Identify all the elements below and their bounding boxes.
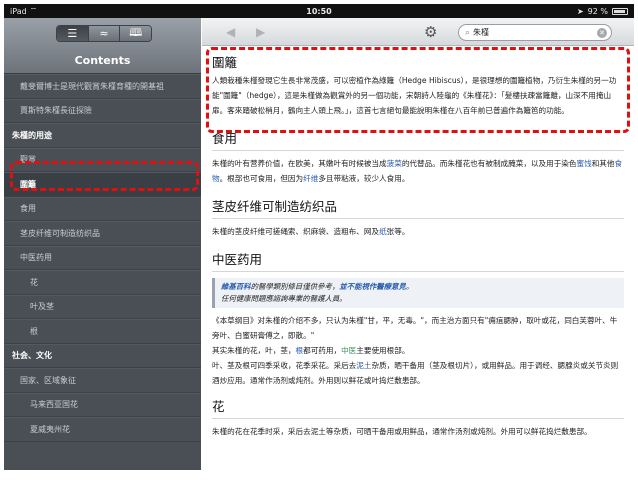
section-title-flower: 花 (212, 399, 225, 414)
sidebar-item[interactable]: 賈斯特朱槿長征探險 (4, 98, 201, 123)
section-title-medicine: 中医药用 (212, 252, 263, 267)
link-soil[interactable]: 泥土 (356, 361, 371, 370)
text-run: 多且带粘液，较少人食用。 (318, 174, 410, 183)
location-icon: ➤ (576, 6, 584, 16)
sidebar-item[interactable]: 戴斐爾博士是現代觀賞朱槿育種的開基祖 (4, 74, 201, 99)
paragraph-medicine-2: 其实朱槿的花，叶，茎，根都可药用，中医主要使用根部。 (212, 343, 624, 358)
link-not-medical-advice[interactable]: 並不能視作醫療意見 (339, 282, 406, 291)
divider (212, 271, 624, 272)
search-value: 朱槿 (473, 28, 490, 37)
sidebar-item[interactable]: 朱槿的用途 (4, 123, 201, 148)
battery-icon (612, 7, 628, 15)
divider (212, 150, 624, 151)
text-run: 和其他 (591, 159, 615, 168)
link-root[interactable]: 根 (296, 346, 304, 355)
sidebar-item[interactable]: 中医药用 (4, 245, 201, 270)
text-run: 。 (405, 282, 414, 291)
sidebar-item[interactable]: 夏威夷州花 (4, 417, 201, 442)
text-run: 朱槿的叶有营养价值，在欧美，其嫩叶有时候被当成 (212, 159, 387, 168)
sidebar-item[interactable]: 食用 (4, 196, 201, 221)
paragraph-medicine-3: 叶、茎及根可四季采收，花季采花。采后去泥土杂质，晒干备用（茎及根切片），或用鲜品… (212, 358, 624, 388)
text-run: 的代替品。而朱槿花也有被制成腌菜，以及用于染色 (401, 159, 577, 168)
link-paper[interactable]: 纸 (379, 227, 387, 236)
gear-icon[interactable]: ⚙ (424, 23, 437, 41)
text-run: 。根部也可食用，但因为 (219, 174, 304, 183)
list-icon[interactable]: ☰ (57, 26, 89, 41)
sidebar-item[interactable]: 叶及茎 (4, 294, 201, 319)
text-run: 张等。 (386, 227, 410, 236)
link-spinach[interactable]: 菠菜 (387, 159, 402, 168)
text-run: 任何健康問題應諮詢專業的醫護人員。 (221, 294, 347, 303)
paragraph-medicine-1: 《本草纲目》对朱槿的介绍不多，只认为朱槿"甘，平，无毒。"，而主治方面只有"痈疽… (212, 316, 618, 340)
link-tcm[interactable]: 中医 (341, 346, 356, 355)
text-run: 主要使用根部。 (356, 346, 410, 355)
back-arrow-icon[interactable]: ◀ (226, 25, 235, 39)
view-mode-control: ☰ ≈ 🕮 (56, 25, 152, 42)
contents-list: 戴斐爾博士是現代觀賞朱槿育種的開基祖 賈斯特朱槿長征探險 朱槿的用途 觀賞 圍籬 食用 茎皮… (4, 74, 201, 442)
sidebar-item[interactable]: 根 (4, 319, 201, 344)
highlight-box (206, 47, 630, 133)
highlight-box (10, 161, 199, 191)
divider (212, 418, 624, 419)
text-run: 叶、茎及根可四季采收，花季采花。采后去 (212, 361, 357, 370)
text-run: 朱槿的茎皮纤维可搓绳索、织麻袋、造粗布、网及 (212, 227, 380, 236)
paragraph-fiber: 朱槿的茎皮纤维可搓绳索、织麻袋、造粗布、网及纸张等。 (212, 224, 624, 239)
forward-arrow-icon[interactable]: ▶ (256, 25, 265, 39)
clear-icon[interactable]: ✕ (597, 28, 607, 38)
link-wikipedia[interactable]: 維基百科 (221, 282, 251, 291)
paragraph-flower: 朱槿的花在花季时采，采后去泥土等杂质，可晒干备用或用鲜品，通常作汤剂或炖剂。外用… (212, 427, 592, 436)
link-fiber[interactable]: 纤维 (303, 174, 318, 183)
contents-sidebar: ☰ ≈ 🕮 Contents 戴斐爾博士是現代觀賞朱槿育種的開基祖 賈斯特朱槿長征… (4, 18, 201, 470)
book-icon[interactable]: 🕮 (120, 26, 151, 41)
sidebar-item[interactable]: 花 (4, 270, 201, 295)
search-input[interactable]: ⌕ 朱槿 ✕ (458, 24, 612, 41)
search-icon: ⌕ (465, 27, 471, 38)
divider (212, 218, 624, 219)
clock: 10:50 (306, 6, 332, 16)
text-run: 的醫學類別條目僅供參考， (250, 282, 340, 291)
status-bar: iPad ⌔ 10:50 ➤ 92 % (4, 4, 634, 18)
text-run: 都可药用， (303, 346, 342, 355)
sidebar-title: Contents (74, 54, 131, 67)
sidebar-item[interactable]: 马来西亚国花 (4, 392, 201, 417)
sidebar-item[interactable]: 国家、区域象征 (4, 368, 201, 393)
link-candied-fruit[interactable]: 蜜饯 (577, 159, 592, 168)
sidebar-header: ☰ ≈ 🕮 Contents (4, 18, 201, 74)
sidebar-item[interactable]: 茎皮纤维可制造纺织品 (4, 221, 201, 246)
section-title-fiber: 茎皮纤维可制造纺织品 (212, 199, 338, 214)
toolbar: ◀ ▶ ⚙ ⌕ 朱槿 ✕ (202, 18, 634, 46)
waves-icon[interactable]: ≈ (88, 26, 121, 41)
paragraph-food: 朱槿的叶有营养价值，在欧美，其嫩叶有时候被当成菠菜的代替品。而朱槿花也有被制成腌… (212, 156, 624, 186)
text-run: 其实朱槿的花，叶，茎， (212, 346, 296, 355)
sidebar-item[interactable]: 社会、文化 (4, 343, 201, 368)
medical-disclaimer: 維基百科的醫學類別條目僅供參考，並不能視作醫療意見。 任何健康問題應諮詢專業的醫… (212, 278, 624, 308)
battery-percent: 92 % (587, 6, 608, 16)
status-right: ➤ 92 % (577, 7, 628, 16)
